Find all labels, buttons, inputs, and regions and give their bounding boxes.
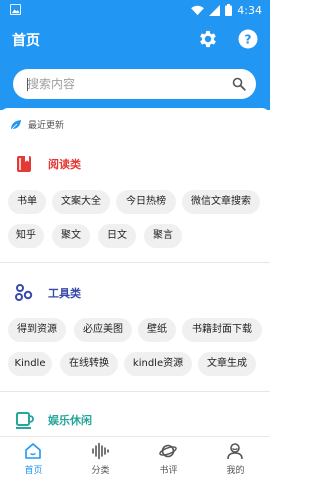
recent-updates[interactable]: 最近更新 (10, 118, 64, 131)
section-title: 工具类 (48, 287, 81, 300)
gear-icon[interactable] (197, 28, 219, 50)
chip-item[interactable]: 微信文章搜索 (182, 190, 260, 214)
chip-item[interactable]: kindle资源 (124, 352, 192, 376)
planet-icon (159, 444, 177, 458)
help-icon[interactable]: ? (238, 29, 258, 49)
search-input[interactable] (27, 77, 226, 91)
search-icon[interactable] (232, 77, 246, 91)
cup-icon (16, 412, 34, 429)
recent-label: 最近更新 (28, 121, 65, 131)
image-icon (10, 4, 21, 15)
signal-icon (209, 4, 221, 16)
chip-item[interactable]: 聚文 (52, 224, 90, 248)
chip-item[interactable]: Kindle (8, 352, 52, 376)
battery-icon (225, 4, 233, 16)
search-area (0, 60, 270, 110)
book-icon (17, 156, 31, 172)
wifi-icon (191, 5, 205, 15)
chip-item[interactable]: 必应美图 (74, 318, 132, 342)
chip-item[interactable]: 壁纸 (138, 318, 176, 342)
user-icon (227, 443, 243, 460)
text-cursor (27, 78, 28, 91)
nav-label: 分类 (91, 466, 110, 476)
nav-review[interactable]: 书评 (135, 437, 202, 481)
chip-item[interactable]: 书籍封面下载 (182, 318, 262, 342)
divider (0, 262, 270, 263)
section-tools-header: 工具类 (14, 283, 81, 303)
nav-label: 我的 (226, 466, 245, 476)
chip-item[interactable]: 日文 (98, 224, 136, 248)
chip-item[interactable]: 在线转换 (60, 352, 118, 376)
chip-item[interactable]: 文章生成 (198, 352, 256, 376)
search-bar (13, 69, 256, 99)
section-title: 娱乐休闲 (48, 414, 92, 427)
chip-item[interactable]: 聚言 (144, 224, 182, 248)
chip-item[interactable]: 书单 (8, 190, 46, 214)
nav-label: 书评 (159, 466, 178, 476)
nav-profile[interactable]: 我的 (202, 437, 269, 481)
section-reading-header: 阅读类 (14, 154, 81, 174)
chip-item[interactable]: 知乎 (8, 224, 44, 248)
status-bar: 4:34 (0, 0, 270, 20)
page-title: 首页 (12, 33, 40, 49)
bottom-nav: 首页 分类 书评 我的 (0, 436, 270, 481)
tools-icon (15, 284, 33, 301)
section-title: 阅读类 (48, 158, 81, 171)
main-content: 最近更新 阅读类 书单 文案大全 今日热榜 微信文章搜索 知乎 聚文 日文 聚言… (0, 108, 270, 436)
section-leisure-header: 娱乐休闲 (14, 410, 92, 430)
chip-item[interactable]: 今日热榜 (116, 190, 176, 214)
nav-home[interactable]: 首页 (0, 437, 67, 481)
svg-text:?: ? (245, 33, 252, 47)
waveform-icon (92, 442, 109, 460)
nav-label: 首页 (24, 466, 43, 476)
leaf-icon (10, 119, 21, 130)
clock-time: 4:34 (237, 3, 262, 17)
nav-category[interactable]: 分类 (67, 437, 134, 481)
divider (0, 391, 270, 392)
chip-item[interactable]: 得到资源 (8, 318, 66, 342)
app-bar: 首页 ? (0, 20, 270, 60)
home-icon (25, 443, 41, 459)
chip-item[interactable]: 文案大全 (52, 190, 110, 214)
